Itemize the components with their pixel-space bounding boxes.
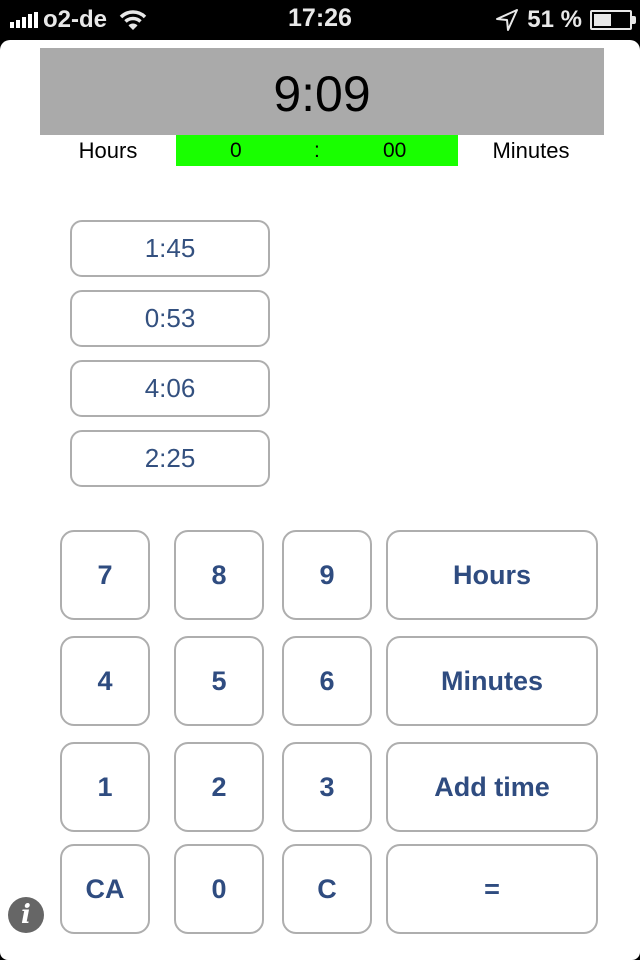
key-8[interactable]: 8 — [174, 530, 264, 620]
time-entry-field[interactable]: 0 : 00 — [176, 135, 458, 166]
key-9[interactable]: 9 — [282, 530, 372, 620]
key-6[interactable]: 6 — [282, 636, 372, 726]
minutes-label: Minutes — [492, 138, 570, 163]
battery-percent: 51 % — [527, 6, 582, 33]
key-5[interactable]: 5 — [174, 636, 264, 726]
status-right: 51 % — [495, 6, 636, 34]
result-display: 9:09 — [40, 48, 604, 135]
app-screen: 9:09 Hours 0 : 00 Minutes 1:45 0:53 4:06… — [0, 40, 640, 960]
hours-button[interactable]: Hours — [386, 530, 598, 620]
history-list: 1:45 0:53 4:06 2:25 — [70, 220, 270, 500]
minutes-button[interactable]: Minutes — [386, 636, 598, 726]
key-2[interactable]: 2 — [174, 742, 264, 832]
key-4[interactable]: 4 — [60, 636, 150, 726]
key-3[interactable]: 3 — [282, 742, 372, 832]
history-item[interactable]: 2:25 — [70, 430, 270, 487]
minutes-value: 00 — [383, 139, 407, 162]
info-icon[interactable]: i — [8, 897, 44, 933]
hours-label: Hours — [78, 138, 138, 163]
hours-value: 0 — [230, 139, 242, 162]
clear-all-button[interactable]: CA — [60, 844, 150, 934]
add-time-button[interactable]: Add time — [386, 742, 598, 832]
equals-button[interactable]: = — [386, 844, 598, 934]
clear-button[interactable]: C — [282, 844, 372, 934]
time-separator: : — [314, 139, 320, 162]
key-1[interactable]: 1 — [60, 742, 150, 832]
time-input-row: Hours 0 : 00 Minutes — [40, 135, 604, 166]
status-bar: o2-de 17:26 51 % — [0, 0, 640, 40]
history-item[interactable]: 1:45 — [70, 220, 270, 277]
location-icon — [496, 9, 519, 31]
history-item[interactable]: 0:53 — [70, 290, 270, 347]
battery-icon — [590, 10, 636, 30]
result-value: 9:09 — [273, 65, 371, 122]
key-0[interactable]: 0 — [174, 844, 264, 934]
history-item[interactable]: 4:06 — [70, 360, 270, 417]
key-7[interactable]: 7 — [60, 530, 150, 620]
